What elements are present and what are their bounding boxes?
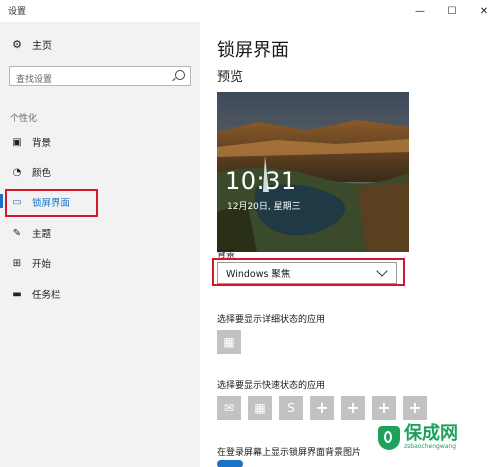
lock-screen-preview: 10:31 12月20日, 星期三 — [217, 92, 409, 252]
maximize-button[interactable]: ☐ — [436, 0, 468, 22]
watermark-text: 保成网 zsbaochengwang — [404, 423, 458, 451]
sidebar-item-label: 主题 — [32, 229, 52, 240]
watermark-url: zsbaochengwang — [404, 443, 457, 450]
watermark: 保成网 zsbaochengwang — [378, 425, 458, 450]
calendar-icon: ▦ — [223, 335, 235, 349]
signin-background-label: 在登录屏幕上显示锁屏界面背景图片 — [217, 448, 362, 458]
close-button[interactable]: ✕ — [468, 0, 500, 22]
image-icon: ▣ — [12, 136, 22, 148]
detail-status-label: 选择要显示详细状态的应用 — [217, 315, 326, 325]
preview-time: 10:31 — [225, 167, 297, 195]
main-content: 锁屏界面 预览 10:31 12月20日, 星期三 背景 Windows 聚焦 … — [200, 22, 500, 467]
search-icon[interactable] — [175, 70, 185, 80]
home-link[interactable]: ⚙ 主页 — [10, 37, 52, 52]
section-label-personalization: 个性化 — [10, 114, 38, 124]
add-icon: + — [377, 398, 391, 417]
search-input[interactable] — [10, 71, 166, 89]
window-title: 设置 — [8, 7, 27, 17]
calendar-icon: ▦ — [254, 401, 266, 415]
sidebar-item-label: 背景 — [32, 138, 52, 149]
detail-status-app-button[interactable]: ▦ — [217, 330, 241, 354]
active-indicator — [0, 194, 3, 208]
highlight-box-lock-screen — [5, 189, 98, 217]
quick-status-add-button[interactable]: + — [341, 396, 365, 420]
home-label: 主页 — [32, 41, 52, 52]
add-icon: + — [315, 398, 329, 417]
page-title: 锁屏界面 — [217, 40, 289, 61]
settings-window: 设置 — ☐ ✕ ⚙ 主页 个性化 ▣ 背景 ◔ 颜色 ▭ 锁屏界面 — [0, 0, 500, 467]
window-controls: — ☐ ✕ — [404, 0, 500, 22]
skype-icon: S — [287, 401, 295, 415]
gear-icon: ⚙ — [12, 38, 22, 51]
quick-status-add-button[interactable]: + — [403, 396, 427, 420]
search-box[interactable] — [9, 66, 191, 89]
mail-icon: ✉ — [223, 401, 235, 415]
shield-icon — [378, 425, 400, 450]
sidebar-item-label: 颜色 — [32, 168, 52, 179]
preview-title: 预览 — [217, 70, 244, 85]
sidebar: ⚙ 主页 个性化 ▣ 背景 ◔ 颜色 ▭ 锁屏界面 ✎ 主题 ⊞ 开始 — [0, 22, 200, 467]
quick-status-calendar-button[interactable]: ▦ — [248, 396, 272, 420]
quick-status-add-button[interactable]: + — [372, 396, 396, 420]
watermark-brand: 保成网 — [404, 423, 458, 444]
add-icon: + — [346, 398, 360, 417]
title-bar: 设置 — ☐ ✕ — [0, 0, 500, 22]
add-icon: + — [408, 398, 422, 417]
sidebar-item-background[interactable]: ▣ 背景 — [10, 135, 52, 150]
taskbar-icon: ▬ — [12, 288, 22, 300]
preview-date: 12月20日, 星期三 — [227, 202, 301, 212]
signin-background-toggle[interactable] — [217, 460, 243, 467]
sidebar-item-label: 任务栏 — [32, 290, 61, 301]
sidebar-item-taskbar[interactable]: ▬ 任务栏 — [10, 287, 61, 302]
quick-status-mail-button[interactable]: ✉ — [217, 396, 241, 420]
sidebar-item-colors[interactable]: ◔ 颜色 — [10, 165, 52, 180]
quick-status-skype-button[interactable]: S — [279, 396, 303, 420]
sidebar-item-themes[interactable]: ✎ 主题 — [10, 226, 52, 241]
quick-status-add-button[interactable]: + — [310, 396, 334, 420]
sidebar-item-label: 开始 — [32, 259, 52, 270]
palette-icon: ◔ — [12, 166, 22, 178]
theme-icon: ✎ — [12, 227, 22, 239]
minimize-button[interactable]: — — [404, 0, 436, 22]
highlight-box-background-dropdown — [212, 258, 405, 286]
quick-status-label: 选择要显示快速状态的应用 — [217, 381, 326, 391]
sidebar-item-start[interactable]: ⊞ 开始 — [10, 256, 52, 271]
start-icon: ⊞ — [12, 257, 22, 269]
